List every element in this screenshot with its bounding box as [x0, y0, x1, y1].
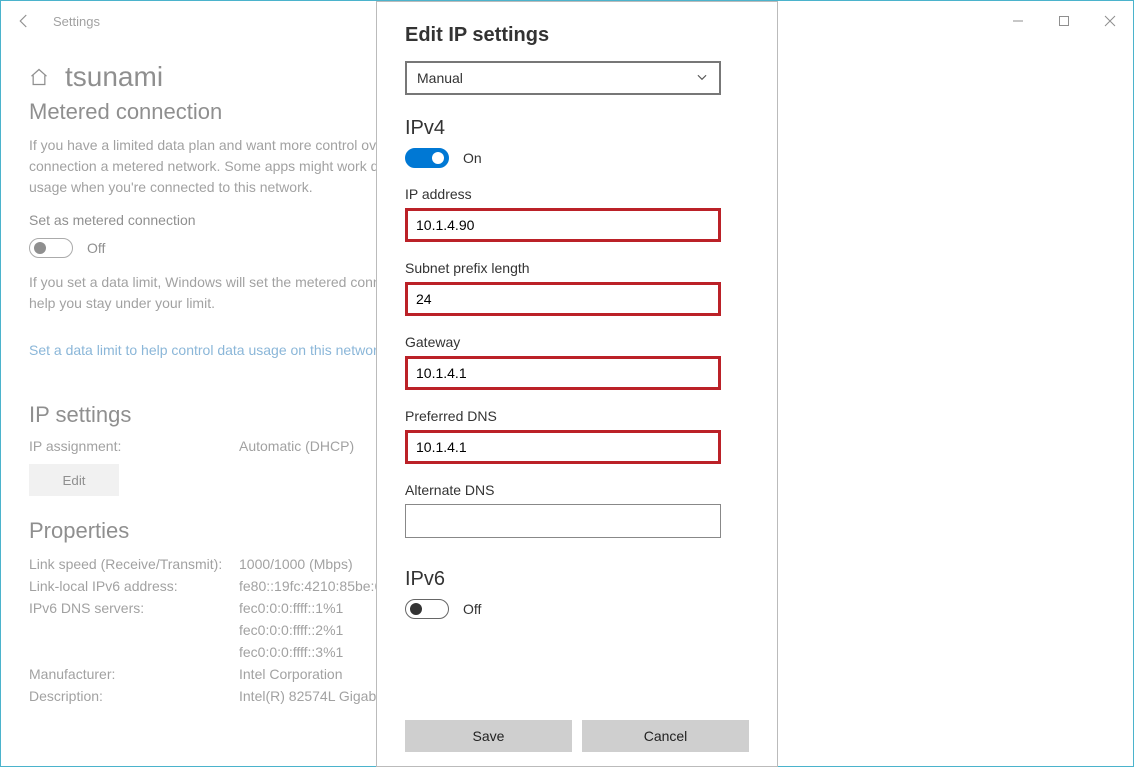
prop-manufacturer-value: Intel Corporation: [239, 666, 343, 682]
ipv6-heading: IPv6: [405, 568, 749, 591]
prop-link-speed-label: Link speed (Receive/Transmit):: [29, 556, 239, 572]
set-data-limit-link[interactable]: Set a data limit to help control data us…: [29, 342, 385, 358]
home-icon[interactable]: [29, 67, 49, 87]
metered-toggle[interactable]: [29, 238, 73, 258]
network-name: tsunami: [65, 61, 163, 93]
close-button[interactable]: [1087, 5, 1133, 37]
ip-mode-select[interactable]: Manual: [405, 61, 721, 95]
ipv6-toggle-text: Off: [463, 601, 481, 617]
ip-address-label: IP address: [405, 186, 749, 202]
save-button[interactable]: Save: [405, 720, 572, 752]
ip-assignment-value: Automatic (DHCP): [239, 438, 354, 454]
preferred-dns-input[interactable]: [405, 430, 721, 464]
prop-dns-value-2: fec0:0:0:ffff::2%1: [239, 622, 343, 638]
prop-link-local-value: fe80::19fc:4210:85be:66: [239, 578, 390, 594]
prop-dns-value-3: fec0:0:0:ffff::3%1: [239, 644, 343, 660]
prop-dns-label: IPv6 DNS servers:: [29, 600, 239, 616]
subnet-label: Subnet prefix length: [405, 260, 749, 276]
edit-ip-dialog: Edit IP settings Manual IPv4 On IP addre…: [376, 1, 778, 767]
alternate-dns-label: Alternate DNS: [405, 482, 749, 498]
metered-toggle-text: Off: [87, 240, 105, 256]
ip-address-input[interactable]: [405, 208, 721, 242]
gateway-input[interactable]: [405, 356, 721, 390]
maximize-button[interactable]: [1041, 5, 1087, 37]
prop-link-speed-value: 1000/1000 (Mbps): [239, 556, 353, 572]
back-button[interactable]: [9, 6, 39, 36]
ipv4-toggle-text: On: [463, 150, 482, 166]
ipv4-toggle[interactable]: [405, 148, 449, 168]
cancel-button[interactable]: Cancel: [582, 720, 749, 752]
window-title: Settings: [53, 14, 100, 29]
minimize-button[interactable]: [995, 5, 1041, 37]
prop-link-local-label: Link-local IPv6 address:: [29, 578, 239, 594]
ip-assignment-label: IP assignment:: [29, 438, 239, 454]
prop-dns-value-1: fec0:0:0:ffff::1%1: [239, 600, 343, 616]
ipv4-heading: IPv4: [405, 117, 749, 140]
subnet-input[interactable]: [405, 282, 721, 316]
alternate-dns-input[interactable]: [405, 504, 721, 538]
ipv6-toggle[interactable]: [405, 599, 449, 619]
ip-mode-value: Manual: [417, 70, 463, 86]
prop-description-label: Description:: [29, 688, 239, 704]
chevron-down-icon: [695, 70, 709, 87]
edit-button[interactable]: Edit: [29, 464, 119, 496]
gateway-label: Gateway: [405, 334, 749, 350]
preferred-dns-label: Preferred DNS: [405, 408, 749, 424]
prop-manufacturer-label: Manufacturer:: [29, 666, 239, 682]
dialog-title: Edit IP settings: [405, 24, 749, 47]
